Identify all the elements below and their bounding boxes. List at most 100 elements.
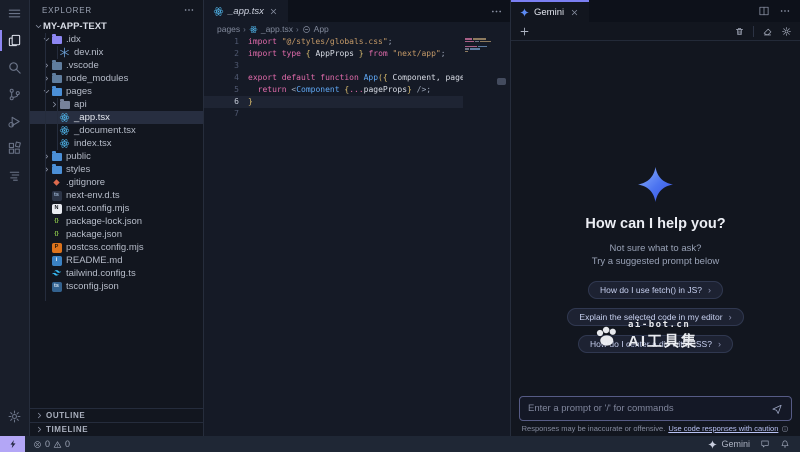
tree-item--app-tsx[interactable]: _app.tsx (30, 111, 203, 124)
react-icon (249, 25, 258, 34)
remote-indicator[interactable] (0, 436, 25, 452)
explorer-icon[interactable] (0, 27, 29, 54)
suggested-prompt-3[interactable]: How do I center a div with CSS?› (578, 335, 733, 353)
bell-icon[interactable] (780, 439, 790, 449)
symbol-class-icon (302, 25, 311, 34)
chevron-down-icon (33, 22, 43, 32)
chevron-right-icon (41, 74, 51, 84)
extensions-icon[interactable] (0, 135, 29, 162)
idx-window: EXPLORER MY-APP-TEXT.idxdev.nix.vscodeno… (0, 0, 800, 452)
search-icon[interactable] (0, 54, 29, 81)
tree-item-dev-nix[interactable]: dev.nix (30, 46, 203, 59)
react-icon (213, 6, 224, 17)
code-line-2[interactable]: 2import type { AppProps } from "next/app… (204, 48, 463, 60)
styles-folder-icon (51, 164, 62, 175)
nix-icon (59, 47, 70, 58)
tree-item-api[interactable]: api (30, 98, 203, 111)
chevron-right-icon (34, 425, 44, 435)
new-chat-plus-icon[interactable] (519, 26, 530, 37)
tree-item-tailwind-config-ts[interactable]: tailwind.config.ts (30, 267, 203, 280)
more-actions-icon[interactable] (779, 5, 791, 17)
breadcrumb-app[interactable]: App (302, 24, 329, 34)
eraser-icon[interactable] (762, 26, 773, 37)
tree-item-postcss-config-mjs[interactable]: Ppostcss.config.mjs (30, 241, 203, 254)
scrollbar-thumb[interactable] (497, 78, 506, 85)
idx-panel-icon[interactable] (0, 162, 29, 189)
tree-item-pages[interactable]: pages (30, 85, 203, 98)
split-editor-icon[interactable] (758, 5, 770, 17)
tree-item-styles[interactable]: styles (30, 163, 203, 176)
code-line-3[interactable]: 3 (204, 60, 463, 72)
tree-item-package-json[interactable]: {}package.json (30, 228, 203, 241)
explorer-more-icon[interactable] (183, 4, 195, 16)
feedback-icon[interactable] (760, 439, 770, 449)
gemini-sparkle-icon (708, 440, 717, 449)
close-icon[interactable] (268, 6, 279, 17)
code-area[interactable]: 1import "@/styles/globals.css";2import t… (204, 36, 463, 436)
tree-item-next-env-d-ts[interactable]: tsnext-env.d.ts (30, 189, 203, 202)
timeline-section[interactable]: TIMELINE (30, 422, 203, 436)
tree-item--vscode[interactable]: .vscode (30, 59, 203, 72)
tab-label: _app.tsx (228, 6, 264, 17)
readme-info-icon: i (51, 255, 62, 266)
close-icon[interactable] (569, 7, 580, 18)
code-line-7[interactable]: 7 (204, 108, 463, 120)
npm-icon: {} (51, 229, 62, 240)
gemini-panel: Gemini How can I help you? Not sure what… (510, 0, 800, 436)
problems-indicator[interactable]: 0 0 (33, 439, 70, 449)
info-icon[interactable] (781, 425, 789, 433)
warning-icon (53, 440, 62, 449)
gear-icon[interactable] (781, 26, 792, 37)
gemini-status-item[interactable]: Gemini (708, 439, 750, 449)
chevron-down-icon (41, 87, 51, 97)
tree-item-next-config-mjs[interactable]: Nnext.config.mjs (30, 202, 203, 215)
code-caution-link[interactable]: Use code responses with caution (668, 424, 778, 433)
source-control-icon[interactable] (0, 81, 29, 108)
code-line-4[interactable]: 4export default function App({ Component… (204, 72, 463, 84)
tree-item-tsconfig-json[interactable]: tstsconfig.json (30, 280, 203, 293)
suggested-prompt-2[interactable]: Explain the selected code in my editor› (567, 308, 743, 326)
tree-item-package-lock-json[interactable]: {}package-lock.json (30, 215, 203, 228)
tree-item-readme-md[interactable]: iREADME.md (30, 254, 203, 267)
chevron-right-icon (34, 411, 44, 421)
suggested-prompt-1[interactable]: How do I use fetch() in JS?› (588, 281, 723, 299)
manage-gear-icon[interactable] (0, 403, 29, 430)
chevron-right-icon: › (729, 312, 732, 322)
chevron-right-icon (41, 165, 51, 175)
tree-item--gitignore[interactable]: .gitignore (30, 176, 203, 189)
editor-group: _app.tsx pages›_app.tsx›App 1import "@/s… (204, 0, 511, 436)
chevron-right-icon (41, 61, 51, 71)
send-icon[interactable] (771, 403, 783, 415)
breadcrumb-pages[interactable]: pages (217, 24, 240, 34)
npm-icon: {} (51, 216, 62, 227)
status-bar: 0 0 Gemini (0, 436, 800, 452)
menu-icon[interactable] (0, 0, 29, 27)
prompt-input[interactable]: Enter a prompt or '/' for commands (519, 396, 792, 421)
gemini-disclaimer: Responses may be inaccurate or offensive… (511, 424, 800, 433)
pages-folder-icon (51, 86, 62, 97)
outline-section[interactable]: OUTLINE (30, 408, 203, 422)
code-line-1[interactable]: 1import "@/styles/globals.css"; (204, 36, 463, 48)
tree-item-index-tsx[interactable]: index.tsx (30, 137, 203, 150)
postcss-icon: P (51, 242, 62, 253)
gemini-toolbar (511, 22, 800, 41)
breadcrumb--app-tsx[interactable]: _app.tsx (249, 24, 293, 34)
tree-item-public[interactable]: public (30, 150, 203, 163)
tree-item--document-tsx[interactable]: _document.tsx (30, 124, 203, 137)
tree-root[interactable]: MY-APP-TEXT (30, 20, 203, 33)
tailwind-icon (51, 268, 62, 279)
tsconfig-icon: ts (51, 281, 62, 292)
minimap[interactable] (465, 38, 495, 53)
tab-gemini[interactable]: Gemini (511, 0, 589, 22)
tree-item--idx[interactable]: .idx (30, 33, 203, 46)
trash-icon[interactable] (734, 26, 745, 37)
code-line-5[interactable]: 5 return <Component {...pageProps} />; (204, 84, 463, 96)
breadcrumb: pages›_app.tsx›App (204, 22, 511, 36)
react-icon (59, 138, 70, 149)
chevron-right-icon: › (708, 285, 711, 295)
run-debug-icon[interactable] (0, 108, 29, 135)
tab-app-tsx[interactable]: _app.tsx (204, 0, 288, 22)
more-actions-icon[interactable] (490, 5, 503, 18)
code-line-6[interactable]: 6} (204, 96, 463, 108)
tree-item-node-modules[interactable]: node_modules (30, 72, 203, 85)
